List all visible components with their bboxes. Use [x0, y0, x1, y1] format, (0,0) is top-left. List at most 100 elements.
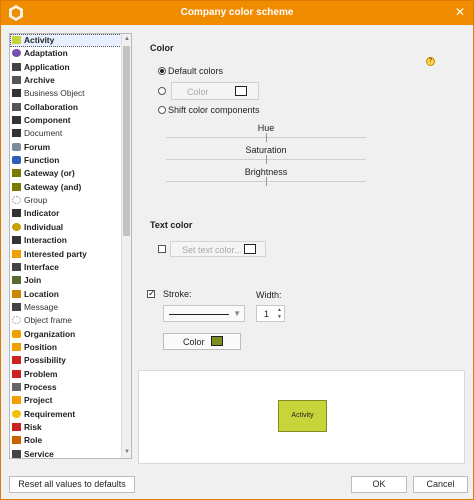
requirement-icon [12, 409, 21, 418]
saturation-label: Saturation [245, 145, 287, 155]
list-item-label: Possibility [24, 355, 66, 366]
stroke-checkbox[interactable] [147, 288, 156, 299]
list-item[interactable]: Document [10, 127, 122, 140]
list-item-label: Problem [24, 368, 58, 379]
list-item-label: Requirement [24, 408, 76, 419]
list-item[interactable]: Interested party [10, 248, 122, 261]
shift-components-label: Shift color components [168, 105, 260, 115]
list-item[interactable]: Join [10, 274, 122, 287]
list-item[interactable]: Gateway (and) [10, 181, 122, 194]
text-color-swatch [244, 244, 256, 254]
list-item-label: Interested party [24, 248, 87, 259]
brightness-label: Brightness [244, 167, 288, 177]
list-item-label: Process [24, 381, 57, 392]
color-section-title: Color [150, 43, 174, 53]
list-item[interactable]: Project [10, 394, 122, 407]
list-item[interactable]: Risk [10, 421, 122, 434]
component-icon [12, 116, 21, 125]
list-item-label: Project [24, 395, 53, 406]
list-item[interactable]: Indicator [10, 207, 122, 220]
reset-defaults-button[interactable]: Reset all values to defaults [9, 476, 135, 493]
list-item[interactable]: Organization [10, 328, 122, 341]
list-item[interactable]: Group [10, 194, 122, 207]
text-color-section-title: Text color [150, 220, 193, 230]
list-scrollbar[interactable]: ▲ ▼ [121, 34, 131, 458]
document-icon [12, 129, 21, 138]
set-text-color-button[interactable]: Set text color... [170, 241, 266, 257]
list-item[interactable]: Requirement [10, 408, 122, 421]
list-item[interactable]: Interaction [10, 234, 122, 247]
spinner-down-icon[interactable]: ▼ [276, 314, 283, 321]
list-item[interactable]: Service [10, 448, 122, 458]
spinner-up-icon[interactable]: ▲ [276, 307, 283, 314]
list-item[interactable]: Collaboration [10, 101, 122, 114]
list-item-label: Position [24, 341, 58, 352]
list-item[interactable]: Forum [10, 141, 122, 154]
role-icon [12, 436, 21, 445]
risk-icon [12, 422, 21, 431]
shift-components-radio[interactable] [158, 106, 166, 114]
color-button[interactable]: Color [171, 82, 259, 100]
list-item-label: Component [24, 115, 71, 126]
scroll-down-icon[interactable]: ▼ [123, 448, 131, 457]
width-label: Width: [256, 290, 282, 300]
list-item-label: Join [24, 275, 42, 286]
list-item-label: Archive [24, 75, 55, 86]
function-icon [12, 156, 21, 165]
hue-slider-handle[interactable] [266, 133, 267, 142]
list-item[interactable]: Problem [10, 368, 122, 381]
possibility-icon [12, 356, 21, 365]
default-colors-radio[interactable] [158, 67, 166, 75]
list-item[interactable]: Business Object [10, 87, 122, 100]
stroke-color-button[interactable]: Color [163, 333, 241, 350]
cancel-button[interactable]: Cancel [413, 476, 468, 493]
close-icon[interactable]: ✕ [453, 5, 467, 19]
brightness-slider[interactable]: Brightness [166, 164, 366, 186]
list-item[interactable]: Object frame [10, 314, 122, 327]
ok-button[interactable]: OK [351, 476, 407, 493]
activity-icon [12, 36, 21, 44]
list-item-label: Group [24, 195, 48, 206]
set-text-color-label: Set text color... [182, 245, 242, 255]
list-item[interactable]: Message [10, 301, 122, 314]
list-item[interactable]: Gateway (or) [10, 167, 122, 180]
object-type-list[interactable]: Activity Adaptation Application Archive Busi… [9, 33, 132, 459]
indicator-icon [12, 209, 21, 218]
width-spinner[interactable]: 1 ▲ ▼ [256, 305, 285, 322]
position-icon [12, 342, 21, 351]
saturation-slider[interactable]: Saturation [166, 142, 366, 164]
hue-slider[interactable]: Hue [166, 120, 366, 142]
list-item-label: Document [24, 128, 63, 139]
help-icon[interactable]: ? [426, 57, 435, 66]
custom-color-radio[interactable] [158, 87, 166, 95]
gateway-and-icon [12, 182, 21, 191]
list-item[interactable]: Activity [10, 34, 122, 48]
list-item[interactable]: Adaptation [10, 47, 122, 60]
list-item[interactable]: Position [10, 341, 122, 354]
list-item[interactable]: Individual [10, 221, 122, 234]
archive-icon [12, 76, 21, 85]
list-item[interactable]: Archive [10, 74, 122, 87]
brightness-slider-handle[interactable] [266, 177, 267, 186]
chevron-down-icon: ▼ [233, 309, 241, 318]
list-item[interactable]: Application [10, 61, 122, 74]
list-item[interactable]: Function [10, 154, 122, 167]
business-object-icon [12, 89, 21, 98]
stroke-color-button-label: Color [183, 337, 205, 347]
list-item[interactable]: Component [10, 114, 122, 127]
scroll-up-icon[interactable]: ▲ [123, 35, 131, 44]
scrollbar-thumb[interactable] [123, 46, 130, 236]
stroke-style-dropdown[interactable]: ▼ [163, 305, 245, 322]
list-item[interactable]: Process [10, 381, 122, 394]
list-item[interactable]: Role [10, 434, 122, 447]
stroke-color-swatch [211, 336, 223, 346]
preview-shape: Activity [278, 400, 327, 432]
saturation-slider-handle[interactable] [266, 155, 267, 164]
list-item[interactable]: Interface [10, 261, 122, 274]
list-item[interactable]: Location [10, 288, 122, 301]
object-frame-icon [12, 316, 21, 325]
interaction-icon [12, 236, 21, 245]
text-color-checkbox[interactable] [158, 245, 166, 253]
hue-label: Hue [257, 123, 275, 133]
list-item[interactable]: Possibility [10, 354, 122, 367]
